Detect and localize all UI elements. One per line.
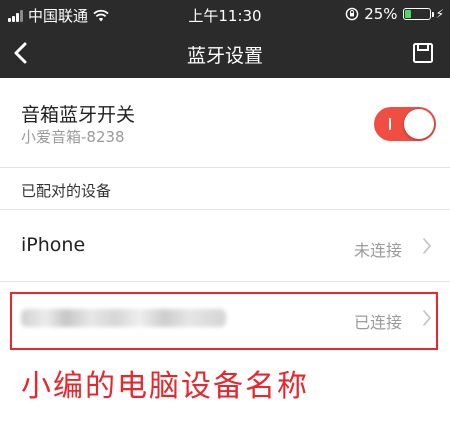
speaker-bluetooth-row: 音箱蓝牙开关 小爱音箱-8238 — [0, 78, 450, 168]
device-status: 未连接 — [353, 241, 402, 260]
paired-devices-label: 已配对的设备 — [21, 182, 112, 200]
speaker-bluetooth-title: 音箱蓝牙开关 — [21, 104, 136, 126]
speaker-device-name: 小爱音箱-8238 — [21, 128, 125, 146]
orientation-lock-icon — [345, 7, 359, 21]
navigation-bar: 蓝牙设置 — [0, 28, 450, 78]
toggle-on-mark — [389, 118, 391, 130]
page-title: 蓝牙设置 — [186, 45, 263, 67]
charging-icon: ⚡ — [435, 7, 444, 21]
paired-devices-header: 已配对的设备 — [0, 168, 450, 210]
device-row-iphone[interactable]: iPhone 未连接 — [0, 210, 450, 282]
battery-icon — [402, 8, 434, 20]
battery-percent: 25% — [364, 5, 398, 23]
save-button[interactable] — [412, 42, 434, 64]
status-right: 25% ⚡ — [345, 5, 444, 23]
chevron-right-icon — [423, 238, 431, 254]
bluetooth-toggle[interactable] — [374, 107, 436, 141]
toggle-knob — [404, 109, 434, 139]
annotation-text: 小编的电脑设备名称 — [21, 369, 309, 404]
bluetooth-settings-screen: 中国联通 上午11:30 25% ⚡ 蓝牙设置 音箱蓝牙开关 小爱音箱-8238… — [0, 0, 450, 424]
battery-level-fill — [404, 10, 412, 18]
device-name: iPhone — [21, 234, 86, 256]
annotation-highlight-box — [10, 292, 438, 350]
status-bar: 中国联通 上午11:30 25% ⚡ — [0, 0, 450, 28]
